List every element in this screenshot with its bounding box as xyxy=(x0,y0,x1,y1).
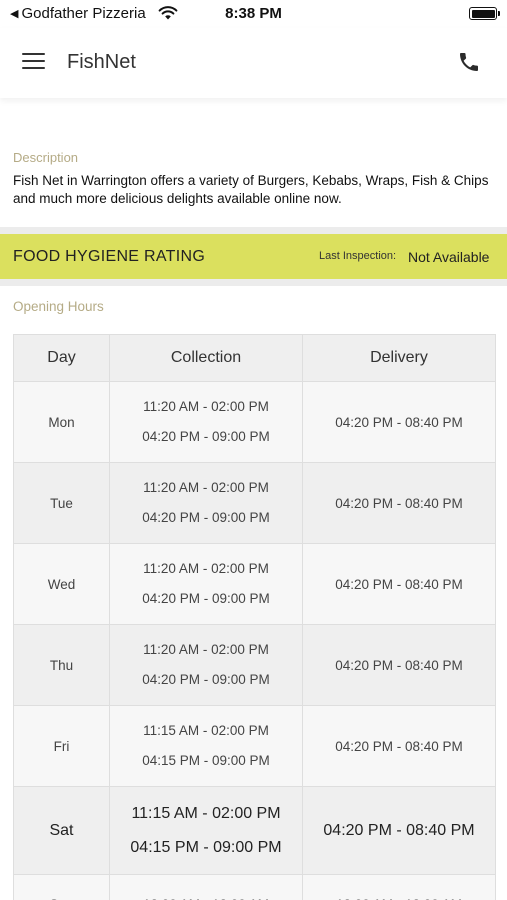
day-cell: Sun xyxy=(13,874,110,900)
delivery-cell: 04:20 PM - 08:40 PM xyxy=(302,543,496,625)
collection-slot: 11:20 AM - 02:00 PM xyxy=(143,480,269,495)
collection-slot: 04:20 PM - 09:00 PM xyxy=(142,510,270,525)
collection-slot: 04:20 PM - 09:00 PM xyxy=(142,429,270,444)
day-cell: Sat xyxy=(13,786,110,875)
column-header-delivery: Delivery xyxy=(302,334,496,382)
table-row: Wed 11:20 AM - 02:00 PM 04:20 PM - 09:00… xyxy=(13,543,496,625)
day-cell: Tue xyxy=(13,462,110,544)
day-cell: Thu xyxy=(13,624,110,706)
collection-cell: 11:15 AM - 02:00 PM 04:15 PM - 09:00 PM xyxy=(109,786,303,875)
inspection-status: Not Available xyxy=(408,249,490,265)
delivery-cell: 04:20 PM - 08:40 PM xyxy=(302,786,496,875)
status-time: 8:38 PM xyxy=(225,5,282,22)
battery-icon xyxy=(469,7,500,20)
status-bar: ◀ Godfather Pizzeria 8:38 PM xyxy=(0,0,507,28)
day-cell: Wed xyxy=(13,543,110,625)
last-inspection-label: Last Inspection: xyxy=(319,250,397,262)
collection-slot: 11:15 AM - 02:00 PM xyxy=(131,804,281,822)
table-row: Tue 11:20 AM - 02:00 PM 04:20 PM - 09:00… xyxy=(13,462,496,544)
day-cell: Fri xyxy=(13,705,110,787)
hygiene-section: FOOD HYGIENE RATING Last Inspection: Not… xyxy=(0,227,507,286)
table-row: Mon 11:20 AM - 02:00 PM 04:20 PM - 09:00… xyxy=(13,381,496,463)
column-header-collection: Collection xyxy=(109,334,303,382)
delivery-cell: 04:20 PM - 08:40 PM xyxy=(302,462,496,544)
collection-cell: 11:20 AM - 02:00 PM 04:20 PM - 09:00 PM xyxy=(109,543,303,625)
delivery-cell: 04:20 PM - 08:40 PM xyxy=(302,624,496,706)
description-label: Description xyxy=(13,150,79,165)
collection-cell: 11:20 AM - 02:00 PM 04:20 PM - 09:00 PM xyxy=(109,381,303,463)
phone-icon[interactable] xyxy=(457,50,481,74)
day-cell: Mon xyxy=(13,381,110,463)
delivery-cell: 12:00 AM - 12:00 AM xyxy=(302,874,496,900)
column-header-day: Day xyxy=(13,334,110,382)
collection-slot: 11:20 AM - 02:00 PM xyxy=(143,642,269,657)
page-title: FishNet xyxy=(67,51,136,73)
collection-slot: 12:00 AM - 12:00 AM xyxy=(110,890,302,900)
description-text: Fish Net in Warrington offers a variety … xyxy=(13,173,489,206)
collection-cell: 11:20 AM - 02:00 PM 04:20 PM - 09:00 PM xyxy=(109,462,303,544)
collection-slot: 11:15 AM - 02:00 PM xyxy=(143,723,269,738)
collection-cell: 12:00 AM - 12:00 AM xyxy=(109,874,303,900)
table-row: Fri 11:15 AM - 02:00 PM 04:15 PM - 09:00… xyxy=(13,705,496,787)
collection-slot: 04:15 PM - 09:00 PM xyxy=(142,753,270,768)
collection-slot: 11:20 AM - 02:00 PM xyxy=(143,399,269,414)
table-row: Sun 12:00 AM - 12:00 AM 12:00 AM - 12:00… xyxy=(13,874,496,900)
hamburger-menu-icon[interactable] xyxy=(22,53,45,70)
opening-hours-table: Day Collection Delivery Mon 11:20 AM - 0… xyxy=(13,334,496,900)
table-row-current-day: Sat 11:15 AM - 02:00 PM 04:15 PM - 09:00… xyxy=(13,786,496,875)
collection-slot: 11:20 AM - 02:00 PM xyxy=(143,561,269,576)
collection-slot: 04:20 PM - 09:00 PM xyxy=(142,591,270,606)
opening-hours-label: Opening Hours xyxy=(13,299,104,314)
hygiene-rating-title: FOOD HYGIENE RATING xyxy=(13,248,206,265)
collection-cell: 11:15 AM - 02:00 PM 04:15 PM - 09:00 PM xyxy=(109,705,303,787)
app-header: FishNet xyxy=(0,28,507,98)
delivery-cell: 04:20 PM - 08:40 PM xyxy=(302,705,496,787)
collection-cell: 11:20 AM - 02:00 PM 04:20 PM - 09:00 PM xyxy=(109,624,303,706)
collection-slot: 04:20 PM - 09:00 PM xyxy=(142,672,270,687)
table-header-row: Day Collection Delivery xyxy=(13,334,496,382)
delivery-cell: 04:20 PM - 08:40 PM xyxy=(302,381,496,463)
hygiene-rating-band: FOOD HYGIENE RATING Last Inspection: Not… xyxy=(0,234,507,279)
collection-slot: 04:15 PM - 09:00 PM xyxy=(130,838,282,856)
table-row: Thu 11:20 AM - 02:00 PM 04:20 PM - 09:00… xyxy=(13,624,496,706)
